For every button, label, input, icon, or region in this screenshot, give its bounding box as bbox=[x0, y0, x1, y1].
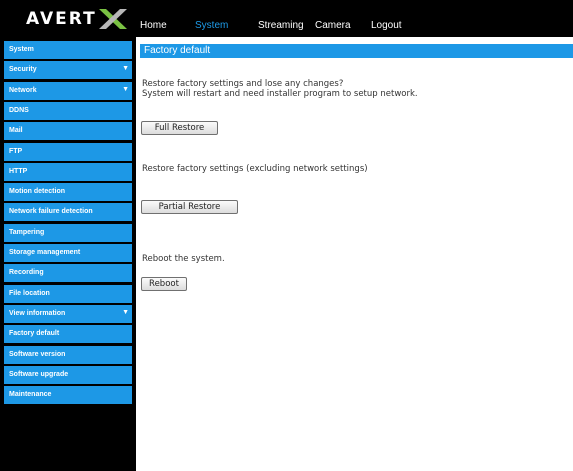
sidebar-item-label: Network failure detection bbox=[9, 208, 93, 216]
sidebar-item-label: Recording bbox=[9, 269, 44, 277]
sidebar-item-ddns[interactable]: DDNS bbox=[4, 101, 132, 120]
sidebar-item-view-information[interactable]: View information ▼ bbox=[4, 304, 132, 323]
sidebar-item-software-upgrade[interactable]: Software upgrade bbox=[4, 365, 132, 384]
sidebar-item-mail[interactable]: Mail bbox=[4, 122, 132, 141]
sidebar-item-label: System bbox=[9, 46, 34, 53]
sidebar-item-label: Software version bbox=[9, 350, 66, 358]
page-title: Factory default bbox=[140, 44, 573, 58]
avertx-logo: AVERT bbox=[26, 8, 128, 30]
nav-camera[interactable]: Camera bbox=[315, 20, 351, 32]
nav-streaming[interactable]: Streaming bbox=[258, 20, 304, 32]
nav-home[interactable]: Home bbox=[140, 20, 167, 32]
main-content: Factory default Restore factory settings… bbox=[136, 37, 573, 471]
reboot-button[interactable]: Reboot bbox=[141, 277, 187, 291]
sidebar-item-software-version[interactable]: Software version bbox=[4, 345, 132, 364]
full-restore-button[interactable]: Full Restore bbox=[141, 121, 218, 135]
sidebar-item-tampering[interactable]: Tampering bbox=[4, 223, 132, 242]
nav-logout[interactable]: Logout bbox=[371, 20, 402, 32]
partial-restore-button[interactable]: Partial Restore bbox=[141, 200, 238, 214]
top-bar: AVERT Home System Streaming Camera Logou… bbox=[0, 0, 573, 37]
sidebar-item-http[interactable]: HTTP bbox=[4, 162, 132, 181]
sidebar: System Security ▼ Network ▼ DDNS Mail FTP HTTP Mo… bbox=[0, 37, 136, 471]
sidebar-item-motion-detection[interactable]: Motion detection bbox=[4, 183, 132, 202]
chevron-down-icon: ▼ bbox=[122, 85, 129, 93]
sidebar-item-label: DDNS bbox=[9, 106, 29, 114]
sidebar-item-system[interactable]: System bbox=[4, 41, 132, 59]
nav-system[interactable]: System bbox=[195, 20, 228, 32]
chevron-down-icon: ▼ bbox=[122, 308, 129, 316]
sidebar-item-label: Maintenance bbox=[9, 391, 52, 399]
chevron-down-icon: ▼ bbox=[122, 65, 129, 73]
logo-text: AVERT bbox=[26, 9, 97, 29]
sidebar-item-label: Network bbox=[9, 86, 37, 94]
sidebar-item-factory-default[interactable]: Factory default bbox=[4, 325, 132, 344]
sidebar-item-maintenance[interactable]: Maintenance bbox=[4, 386, 132, 405]
sidebar-item-label: Software upgrade bbox=[9, 370, 69, 378]
sidebar-item-label: Storage management bbox=[9, 249, 81, 256]
sidebar-item-label: View information bbox=[9, 309, 66, 317]
sidebar-item-label: Tampering bbox=[9, 228, 45, 236]
sidebar-item-label: Mail bbox=[9, 127, 23, 135]
reboot-description: Reboot the system. bbox=[142, 254, 225, 264]
avertx-x-logo-icon bbox=[98, 9, 127, 29]
sidebar-item-label: File location bbox=[9, 289, 50, 297]
sidebar-item-file-location[interactable]: File location bbox=[4, 284, 132, 303]
sidebar-item-security[interactable]: Security ▼ bbox=[4, 61, 132, 80]
sidebar-item-label: Factory default bbox=[9, 330, 60, 338]
sidebar-item-label: Motion detection bbox=[9, 188, 65, 196]
full-restore-description-line-2: System will restart and need installer p… bbox=[142, 89, 418, 99]
sidebar-item-recording[interactable]: Recording bbox=[4, 264, 132, 283]
sidebar-item-ftp[interactable]: FTP bbox=[4, 142, 132, 161]
sidebar-item-label: Security bbox=[9, 66, 37, 74]
partial-restore-description: Restore factory settings (excluding netw… bbox=[142, 164, 368, 174]
sidebar-item-label: FTP bbox=[9, 147, 23, 155]
sidebar-item-storage-management[interactable]: Storage management bbox=[4, 244, 132, 262]
sidebar-item-network[interactable]: Network ▼ bbox=[4, 81, 132, 100]
full-restore-description-line-1: Restore factory settings and lose any ch… bbox=[142, 79, 344, 89]
sidebar-item-network-failure-detection[interactable]: Network failure detection bbox=[4, 203, 132, 222]
sidebar-item-label: HTTP bbox=[9, 167, 28, 175]
